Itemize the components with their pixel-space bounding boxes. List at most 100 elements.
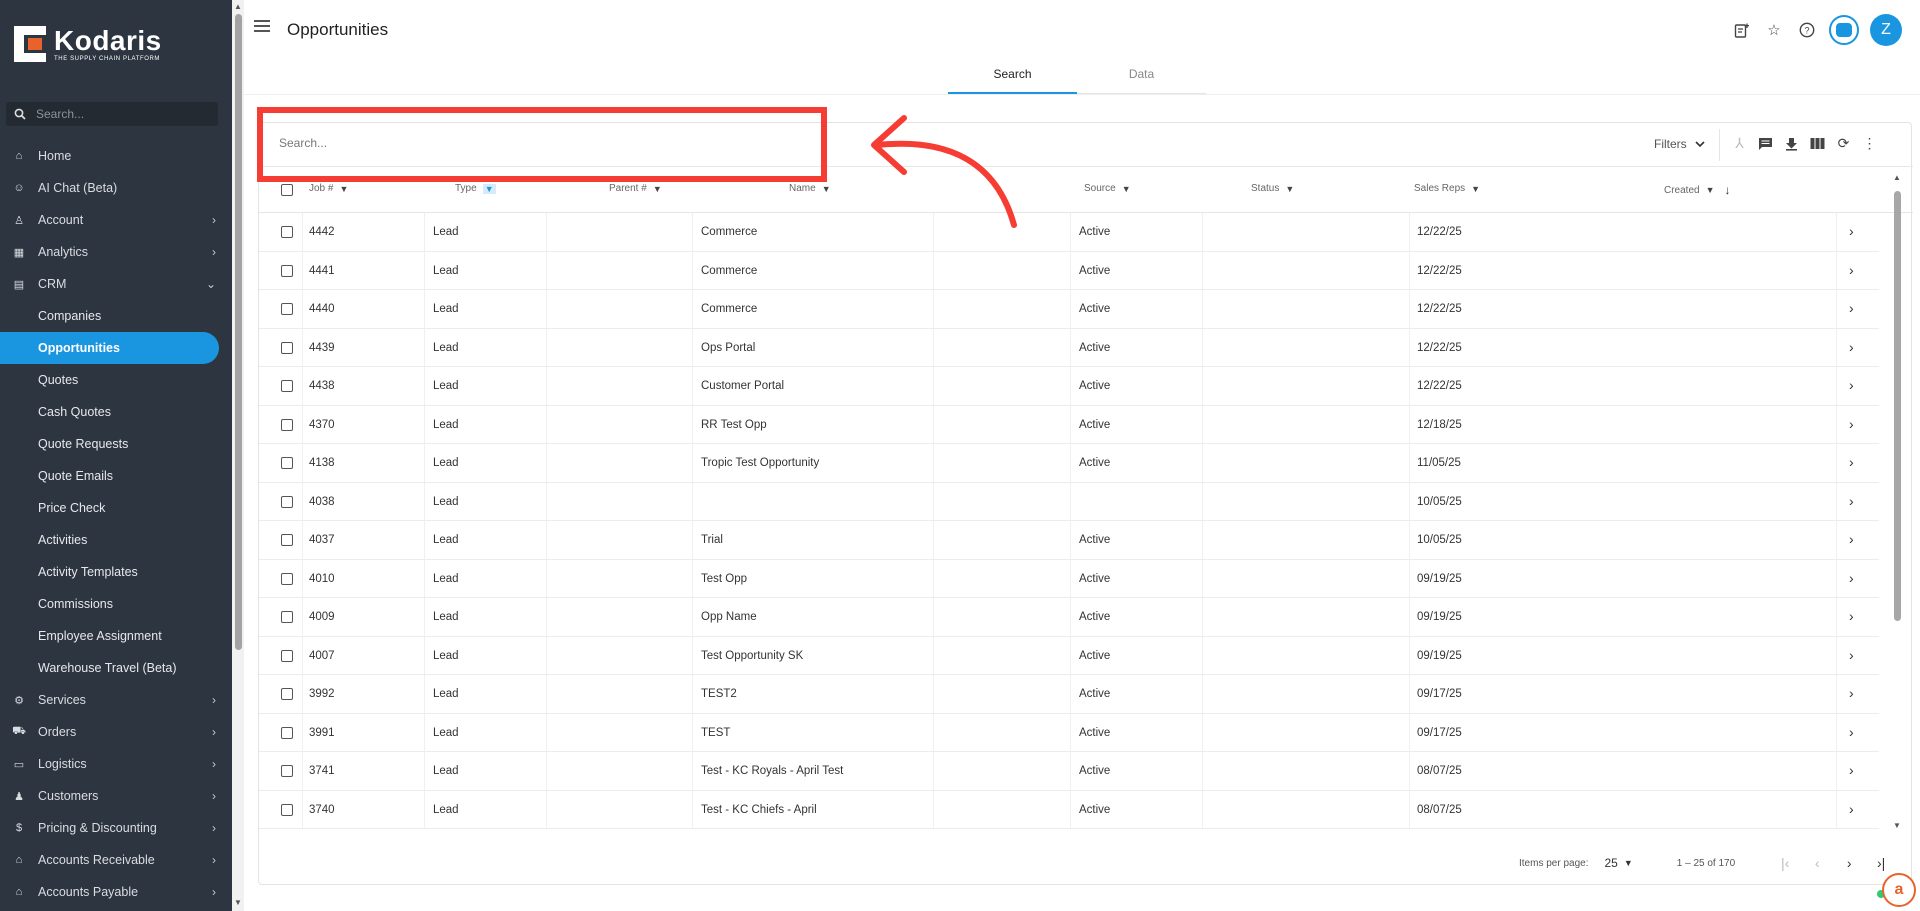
chevron-right-icon[interactable]: › <box>1849 223 1854 239</box>
sidebar-item-customers[interactable]: ♟ Customers › <box>0 780 232 812</box>
table-row[interactable]: 4438 Lead Customer Portal Active 12/22/25 › <box>259 367 1879 406</box>
table-row[interactable]: 3740 Lead Test - KC Chiefs - April Active 08… <box>259 790 1879 829</box>
table-row[interactable]: 4440 Lead Commerce Active 12/22/25 › <box>259 290 1879 329</box>
sidebar-item-logistics[interactable]: ▭ Logistics › <box>0 748 232 780</box>
sidebar-subitem-employee-assignment[interactable]: Employee Assignment <box>0 620 232 652</box>
notes-icon[interactable] <box>1730 19 1752 41</box>
merge-icon[interactable]: ⅄ <box>1731 135 1748 152</box>
help-icon[interactable]: ? <box>1796 19 1818 41</box>
scroll-up-arrow-icon[interactable]: ▲ <box>1893 173 1901 182</box>
user-avatar[interactable]: Z <box>1870 14 1902 46</box>
refresh-icon[interactable]: ⟳ <box>1835 135 1852 152</box>
sort-dropdown-icon[interactable]: ▼ <box>1706 185 1715 195</box>
row-checkbox[interactable] <box>281 649 293 662</box>
row-checkbox[interactable] <box>281 726 293 739</box>
star-icon[interactable]: ☆ <box>1763 19 1785 41</box>
sidebar-item-accounts-payable[interactable]: ⌂ Accounts Payable › <box>0 876 232 908</box>
column-header-job[interactable]: Job # ▼ <box>309 183 348 194</box>
chevron-right-icon[interactable]: › <box>1849 685 1854 701</box>
sidebar-search-input[interactable] <box>36 107 206 121</box>
row-checkbox[interactable] <box>281 688 293 700</box>
hamburger-menu-icon[interactable] <box>254 20 270 34</box>
table-row[interactable]: 4037 Lead Trial Active 10/05/25 › <box>259 521 1879 560</box>
sidebar-subitem-quote-emails[interactable]: Quote Emails <box>0 460 232 492</box>
chevron-right-icon[interactable]: › <box>1849 300 1854 316</box>
sidebar-subitem-opportunities[interactable]: Opportunities <box>0 332 219 364</box>
row-checkbox[interactable] <box>281 418 293 431</box>
chevron-right-icon[interactable]: › <box>1849 570 1854 586</box>
sidebar-subitem-activities[interactable]: Activities <box>0 524 232 556</box>
row-checkbox[interactable] <box>281 765 293 777</box>
sidebar-subitem-companies[interactable]: Companies <box>0 300 232 332</box>
row-checkbox[interactable] <box>281 380 293 392</box>
table-row[interactable]: 3991 Lead TEST Active 09/17/25 › <box>259 713 1879 752</box>
tab-data[interactable]: Data <box>1077 58 1206 94</box>
sort-dropdown-icon[interactable]: ▼ <box>653 184 662 194</box>
row-checkbox[interactable] <box>281 303 293 315</box>
more-options-icon[interactable]: ⋮ <box>1861 135 1878 152</box>
sidebar-item-orders[interactable]: ⛟ Orders › <box>0 716 232 748</box>
scroll-up-arrow-icon[interactable]: ▲ <box>234 2 242 11</box>
sort-dropdown-icon[interactable]: ▼ <box>339 184 348 194</box>
chevron-right-icon[interactable]: › <box>1849 801 1854 817</box>
sidebar-item-analytics[interactable]: ▦ Analytics › <box>0 236 232 268</box>
table-row[interactable]: 4439 Lead Ops Portal Active 12/22/25 › <box>259 328 1879 367</box>
first-page-icon[interactable]: |‹ <box>1769 855 1801 871</box>
scroll-down-arrow-icon[interactable]: ▼ <box>1893 821 1901 830</box>
sidebar-item-pricing-discounting[interactable]: $ Pricing & Discounting › <box>0 812 232 844</box>
kodaris-logo[interactable]: Kodaris THE SUPPLY CHAIN PLATFORM <box>14 26 162 62</box>
row-checkbox[interactable] <box>281 226 293 238</box>
sidebar-subitem-commissions[interactable]: Commissions <box>0 588 232 620</box>
sidebar-search[interactable] <box>6 102 218 126</box>
column-header-type[interactable]: Type ▼ <box>455 183 496 194</box>
table-row[interactable]: 4138 Lead Tropic Test Opportunity Active 11/… <box>259 444 1879 483</box>
row-checkbox[interactable] <box>281 264 293 277</box>
chevron-right-icon[interactable]: › <box>1849 608 1854 624</box>
columns-icon[interactable] <box>1809 135 1826 152</box>
chevron-right-icon[interactable]: › <box>1849 724 1854 740</box>
download-icon[interactable] <box>1783 135 1800 152</box>
table-row[interactable]: 4441 Lead Commerce Active 12/22/25 › <box>259 251 1879 290</box>
chevron-right-icon[interactable]: › <box>1849 416 1854 432</box>
sidebar-subitem-cash-quotes[interactable]: Cash Quotes <box>0 396 232 428</box>
sidebar-subitem-warehouse-travel-beta[interactable]: Warehouse Travel (Beta) <box>0 652 232 684</box>
row-checkbox[interactable] <box>281 457 293 469</box>
next-page-icon[interactable]: › <box>1833 855 1865 871</box>
support-chat-icon[interactable]: a <box>1882 873 1916 907</box>
table-row[interactable]: 3992 Lead TEST2 Active 09/17/25 › <box>259 675 1879 714</box>
column-header-sales-reps[interactable]: Sales Reps ▼ <box>1414 183 1480 194</box>
column-header-status[interactable]: Status ▼ <box>1251 183 1294 194</box>
sidebar-subitem-price-check[interactable]: Price Check <box>0 492 232 524</box>
table-row[interactable]: 4010 Lead Test Opp Active 09/19/25 › <box>259 559 1879 598</box>
sidebar-subitem-quotes[interactable]: Quotes <box>0 364 232 396</box>
column-header-name[interactable]: Name ▼ <box>789 183 831 194</box>
table-row[interactable]: 4038 Lead 10/05/25 › <box>259 482 1879 521</box>
sort-dropdown-icon[interactable]: ▼ <box>1285 184 1294 194</box>
sidebar-item-services[interactable]: ⚙ Services › <box>0 684 232 716</box>
grid-scroll-thumb[interactable] <box>1894 191 1901 621</box>
sidebar-item-account[interactable]: ♙ Account › <box>0 204 232 236</box>
sidebar-item-ai-chat-beta[interactable]: ☺ AI Chat (Beta) <box>0 172 232 204</box>
tab-search[interactable]: Search <box>948 58 1077 94</box>
chevron-right-icon[interactable]: › <box>1849 339 1854 355</box>
row-checkbox[interactable] <box>281 534 293 546</box>
sort-dropdown-icon[interactable]: ▼ <box>1122 184 1131 194</box>
sort-descending-arrow-icon[interactable]: ↓ <box>1725 183 1731 197</box>
sidebar-item-crm[interactable]: ▤ CRM ⌄ <box>0 268 232 300</box>
sidebar-subitem-quote-requests[interactable]: Quote Requests <box>0 428 232 460</box>
sort-dropdown-icon[interactable]: ▼ <box>482 183 496 194</box>
table-row[interactable]: 4007 Lead Test Opportunity SK Active 09/19/2… <box>259 636 1879 675</box>
chevron-right-icon[interactable]: › <box>1849 454 1854 470</box>
sidebar-scroll-thumb[interactable] <box>235 14 242 650</box>
sidebar-item-home[interactable]: ⌂ Home <box>0 140 232 172</box>
chevron-right-icon[interactable]: › <box>1849 531 1854 547</box>
row-checkbox[interactable] <box>281 611 293 623</box>
sort-dropdown-icon[interactable]: ▼ <box>1471 184 1480 194</box>
sidebar-subitem-activity-templates[interactable]: Activity Templates <box>0 556 232 588</box>
previous-page-icon[interactable]: ‹ <box>1801 855 1833 871</box>
chevron-right-icon[interactable]: › <box>1849 647 1854 663</box>
row-checkbox[interactable] <box>281 803 293 816</box>
sidebar-item-accounts-receivable[interactable]: ⌂ Accounts Receivable › <box>0 844 232 876</box>
table-row[interactable]: 4442 Lead Commerce Active 12/22/25 › <box>259 213 1879 252</box>
table-row[interactable]: 4009 Lead Opp Name Active 09/19/25 › <box>259 598 1879 637</box>
